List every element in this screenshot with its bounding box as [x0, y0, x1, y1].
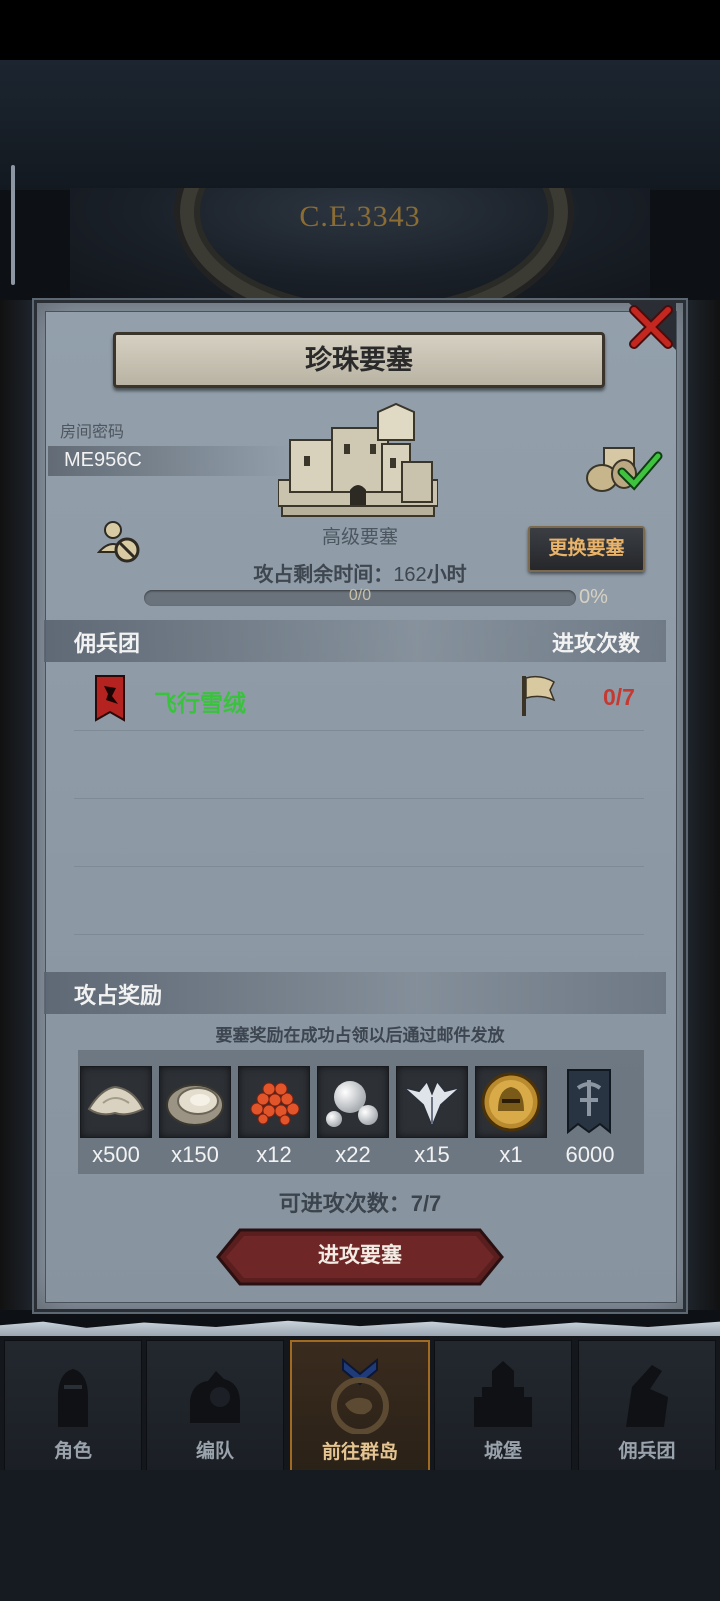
tab-label: 角色 — [53, 1441, 92, 1462]
attack-fortress-button[interactable]: 进攻要塞 — [216, 1228, 504, 1286]
pearl-icon — [326, 1081, 378, 1127]
attack-count-header: 进攻次数 — [551, 631, 640, 656]
reward-item[interactable]: x15 — [396, 1066, 468, 1167]
attack-attempts: 可进攻次数：7/7 — [278, 1191, 442, 1216]
mercenary-row-empty — [74, 866, 644, 935]
fortress-level: 高级要塞 — [321, 527, 398, 548]
scroll-indicator — [11, 165, 15, 285]
remaining-time-label: 攻占剩余时间： — [253, 564, 394, 586]
frost-edge — [0, 1320, 720, 1336]
reward-item[interactable]: x150 — [159, 1066, 231, 1167]
header-background — [0, 60, 720, 190]
mercenary-name: 飞行雪绒 — [154, 690, 246, 716]
era-text: C.E.3343 — [299, 200, 421, 233]
reward-item[interactable]: x12 — [238, 1066, 310, 1167]
tab-mercenary[interactable]: 佣兵团 — [578, 1340, 716, 1472]
tab-label: 编队 — [195, 1441, 234, 1462]
reward-qty: 6000 — [565, 1142, 615, 1167]
side-panel-left — [0, 300, 36, 1310]
tab-label: 城堡 — [483, 1441, 522, 1462]
tab-character[interactable]: 角色 — [4, 1340, 142, 1472]
mercenary-header: 佣兵团 进攻次数 — [44, 620, 666, 662]
progress-text: 0/0 — [348, 587, 372, 604]
no-player-icon — [97, 521, 140, 563]
reward-note: 要塞奖励在成功占领以后通过邮件发放 — [215, 1026, 505, 1045]
close-button[interactable] — [624, 300, 676, 352]
reward-header: 攻占奖励 — [44, 972, 666, 1014]
fish-roe-icon — [250, 1082, 300, 1126]
flag-icon — [522, 675, 556, 716]
change-fortress-button[interactable]: 更换要塞 — [528, 526, 645, 572]
guild-banner-icon — [567, 1069, 611, 1135]
gold-helmet-coin-icon — [481, 1072, 541, 1132]
wing-emblem-icon — [402, 1079, 462, 1130]
tab-go-to-islands[interactable]: 前往群岛 — [290, 1340, 430, 1474]
islands-icon — [331, 1358, 389, 1434]
knight-icon — [58, 1369, 88, 1427]
occupation-progress-bar: 0/0 — [144, 587, 576, 606]
era-clock: C.E.3343 — [70, 188, 650, 298]
mercenary-header-label: 佣兵团 — [74, 631, 141, 656]
fortress-icon — [278, 402, 438, 517]
formation-icon — [190, 1371, 240, 1423]
reward-header-label: 攻占奖励 — [74, 983, 163, 1008]
oyster-icon — [166, 1084, 224, 1126]
bottom-background — [0, 1470, 720, 1601]
salt-icon — [87, 1085, 145, 1116]
reward-item[interactable]: x500 — [80, 1066, 152, 1167]
room-code-value: ME956C — [64, 449, 142, 471]
change-fortress-label: 更换要塞 — [548, 538, 625, 559]
room-code-box: ME956C — [48, 446, 288, 476]
progress-percent: 0% — [579, 586, 608, 608]
remaining-time-unit: 小时 — [426, 564, 467, 586]
guild-banner-icon — [95, 675, 125, 722]
tab-label: 前往群岛 — [321, 1442, 398, 1463]
castle-icon — [474, 1361, 532, 1427]
attack-fortress-label: 进攻要塞 — [318, 1244, 402, 1267]
status-bar-area — [0, 0, 720, 60]
tab-formation[interactable]: 编队 — [146, 1340, 284, 1472]
mercenary-row-empty — [74, 730, 644, 799]
room-code-label: 房间密码 — [60, 424, 125, 441]
mercenary-attack-count: 0/7 — [603, 684, 635, 710]
remaining-time-value: 162 — [393, 564, 427, 586]
reward-item[interactable]: 6000 — [554, 1066, 626, 1167]
tab-label: 佣兵团 — [618, 1441, 676, 1462]
close-icon — [628, 302, 676, 350]
title-banner: 珍珠要塞 — [113, 332, 605, 388]
supply-bag-check-icon[interactable] — [584, 444, 664, 494]
side-panel-right — [684, 300, 720, 1310]
dialog-title: 珍珠要塞 — [305, 345, 413, 375]
reward-item[interactable]: x1 — [475, 1066, 547, 1167]
remaining-time: 攻占剩余时间：162小时 — [200, 558, 520, 587]
mercenary-icon — [626, 1365, 668, 1427]
reward-item[interactable]: x22 — [317, 1066, 389, 1167]
mercenary-row-empty — [74, 798, 644, 867]
tab-castle[interactable]: 城堡 — [434, 1340, 572, 1472]
